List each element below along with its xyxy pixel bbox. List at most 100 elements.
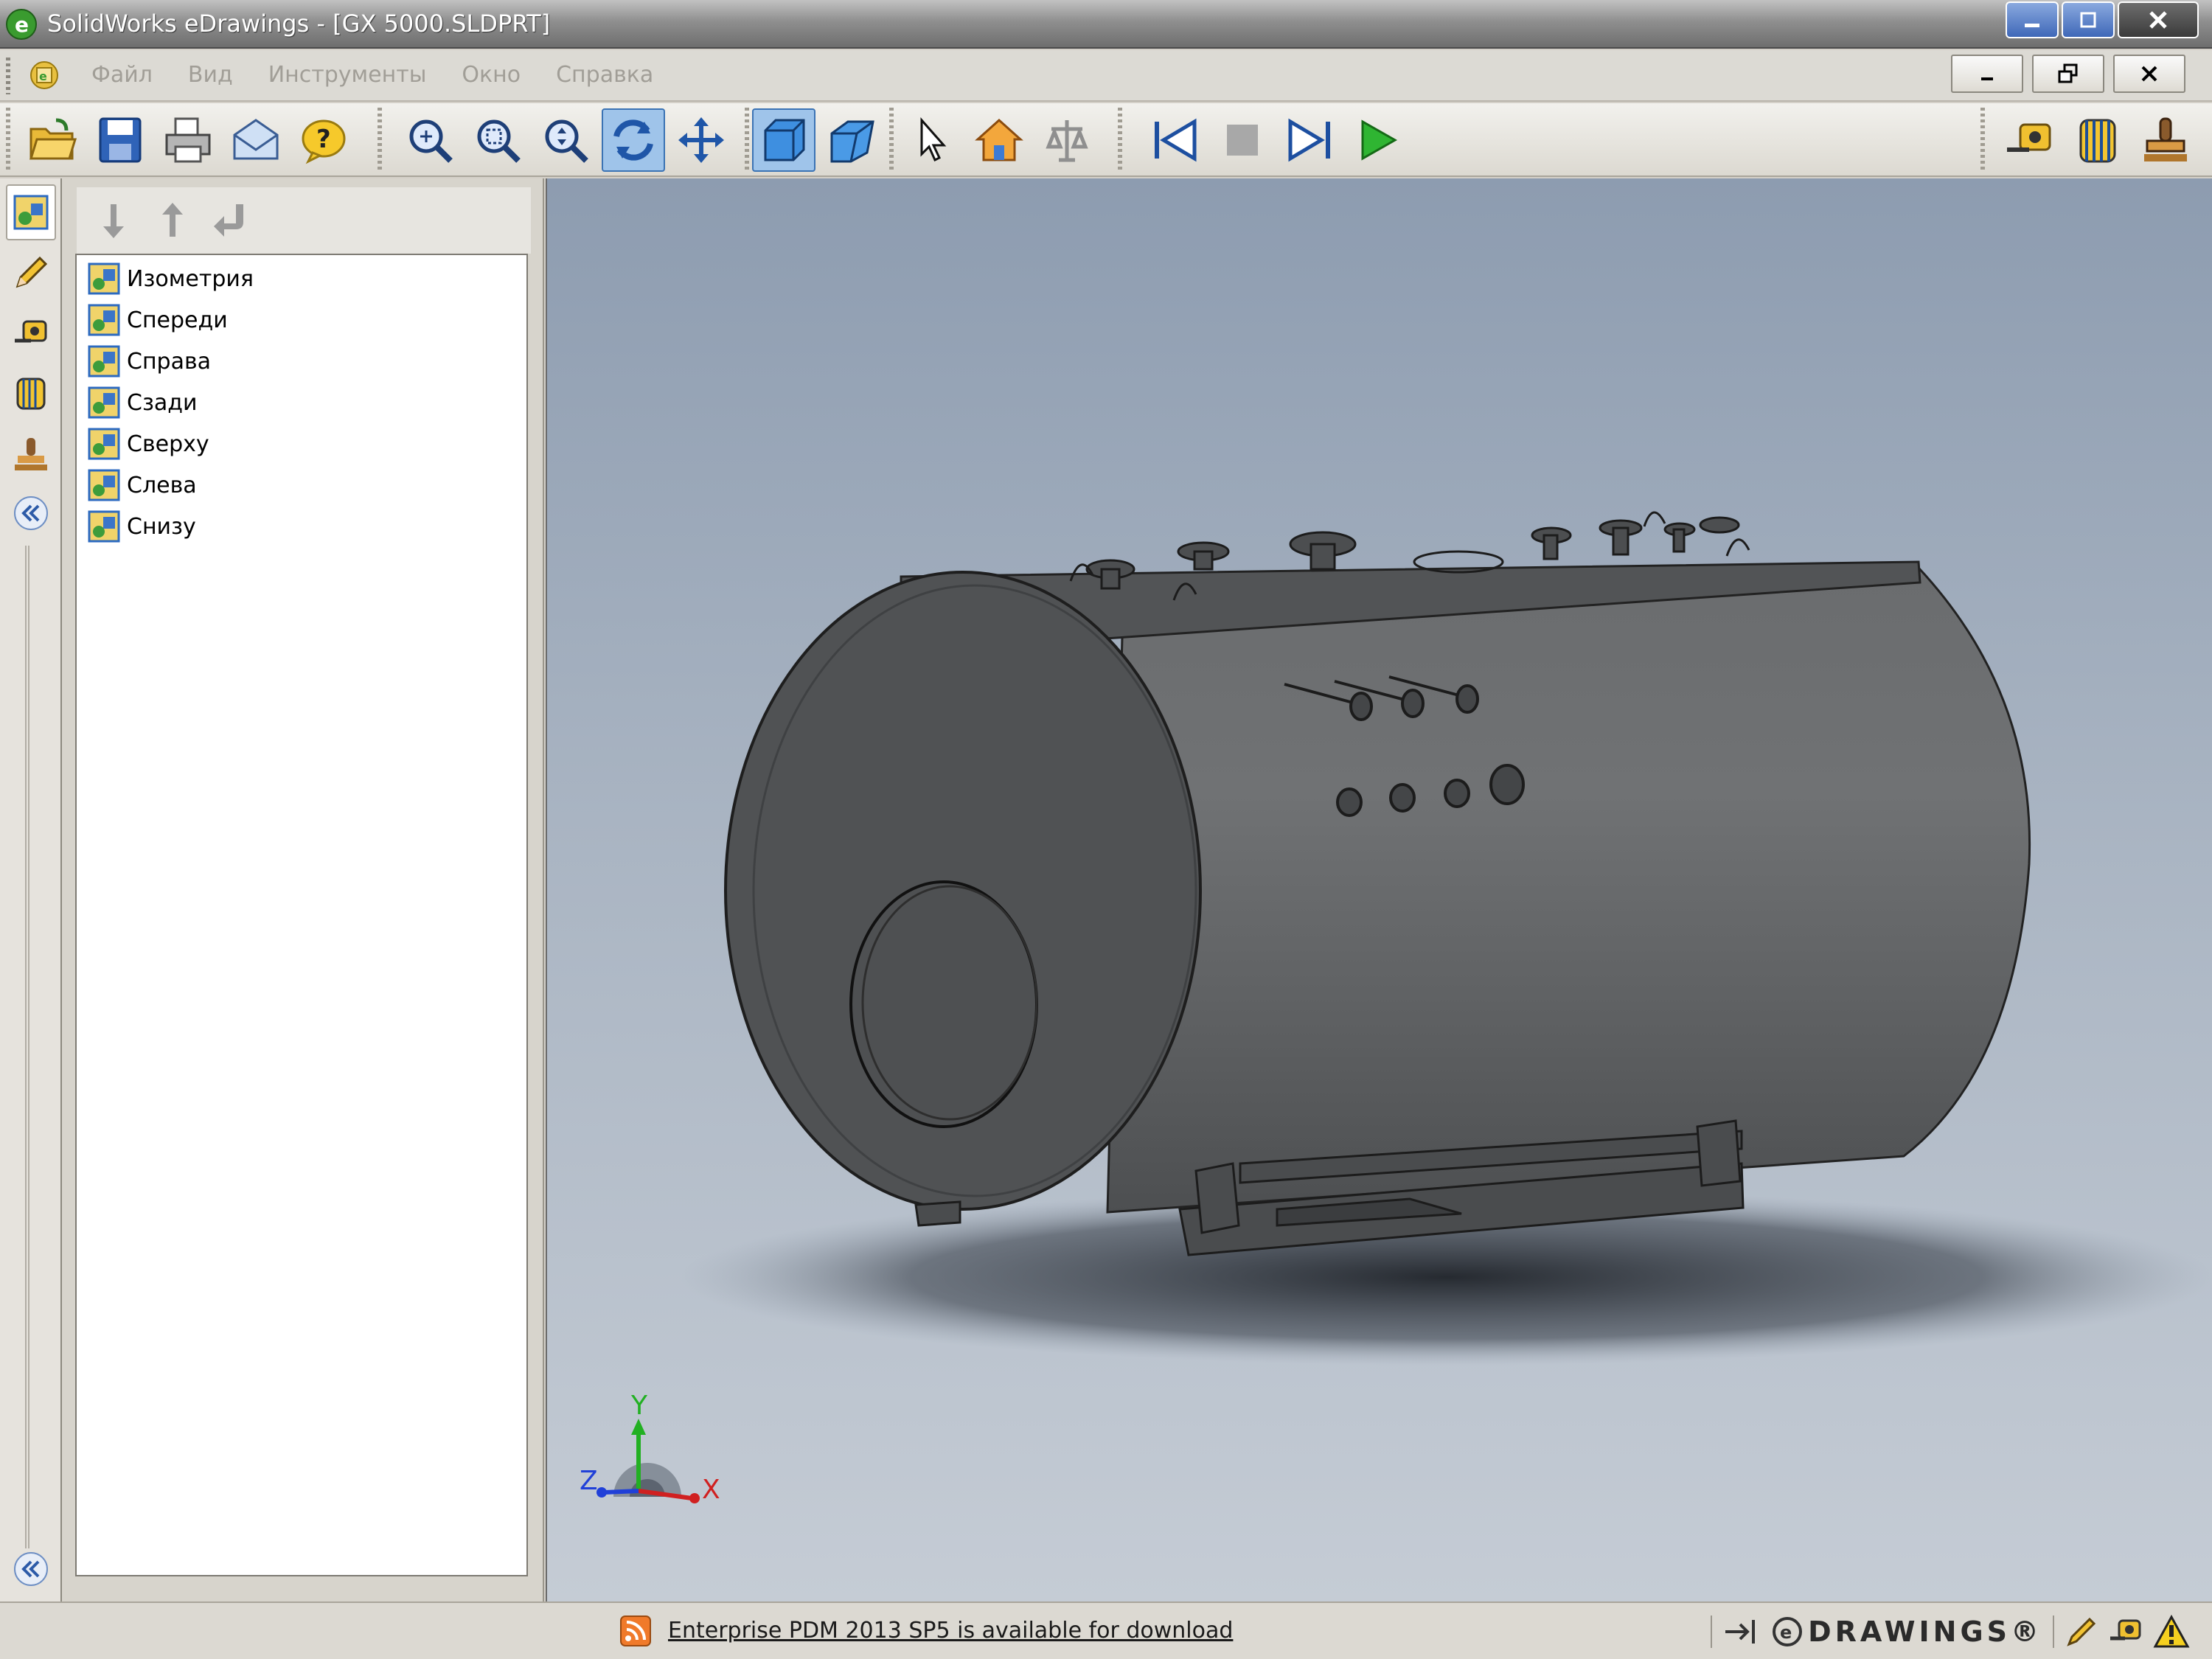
view-item-top[interactable]: Сверху [87,426,209,462]
doc-minimize-button[interactable] [1951,55,2023,93]
collapse-bottom-button[interactable] [9,1547,53,1591]
markup-toolbar [1998,108,2197,173]
rotate-button[interactable] [602,108,665,172]
menu-file[interactable]: Файл [74,62,170,88]
doc-restore-button[interactable] [2032,55,2104,93]
zoom-to-area-button[interactable] [466,108,529,172]
window-title: SolidWorks eDrawings - [GX 5000.SLDPRT] [47,10,551,38]
tab-markup[interactable] [6,245,56,301]
menu-window[interactable]: Окно [444,62,538,88]
view-icon [88,428,120,460]
measure-icon[interactable] [2109,1615,2143,1649]
title-bar: e SolidWorks eDrawings - [GX 5000.SLDPRT… [0,0,2212,49]
view-item-back[interactable]: Сзади [87,385,198,420]
view-item-label: Сзади [127,389,198,416]
section-icon [2079,119,2116,163]
strip-splitter[interactable] [25,546,29,1548]
view-icon [88,386,120,419]
minimize-button[interactable] [2006,1,2059,38]
help-icon: ? [302,119,346,164]
close-icon [2149,11,2167,29]
close-button[interactable] [2118,1,2199,38]
save-button[interactable] [88,108,152,172]
measure-icon [15,320,47,343]
update-notification-link[interactable]: Enterprise PDM 2013 SP5 is available for… [668,1618,1233,1644]
boiler-model[interactable]: Y X Z [547,178,2212,1601]
menu-tools[interactable]: Инструменты [251,62,445,88]
pan-icon [678,117,724,163]
perspective-icon [830,120,874,163]
pan-button[interactable] [669,108,733,172]
play-button[interactable] [1346,108,1410,172]
display-toolbar [752,108,883,173]
document-icon[interactable]: e [27,58,62,93]
return-icon[interactable] [209,198,254,243]
reset-button[interactable] [1035,108,1099,172]
move-down-icon[interactable] [91,198,136,243]
stamp-button[interactable] [2134,108,2197,172]
view-icon [88,262,120,295]
model-viewport[interactable]: Y X Z [546,178,2212,1601]
views-icon [13,195,49,230]
email-button[interactable] [224,108,288,172]
view-item-left[interactable]: Слева [87,467,197,503]
playback-toolbar [1143,108,1410,173]
menu-help[interactable]: Справка [538,62,671,88]
view-item-label: Спереди [127,307,228,333]
home-button[interactable] [967,108,1031,172]
save-icon [99,117,142,163]
view-item-label: Слева [127,472,197,498]
view-item-right[interactable]: Справа [87,344,211,379]
toolbar-separator [378,108,382,173]
select-button[interactable] [900,108,963,172]
tab-section[interactable] [6,366,56,422]
arrow-to-bar-icon[interactable] [1722,1615,1761,1648]
pencil-icon [15,256,48,288]
edrawings-app-icon[interactable]: e [4,7,38,41]
measure-button[interactable] [1998,108,2062,172]
doc-close-button[interactable] [2113,55,2185,93]
zoom-to-fit-button[interactable] [398,108,462,172]
triad-y-label: Y [630,1391,648,1421]
markup-pencil-icon[interactable] [2065,1615,2098,1649]
perspective-button[interactable] [820,108,883,172]
previous-button[interactable] [1143,108,1206,172]
next-button[interactable] [1279,108,1342,172]
warning-icon[interactable] [2153,1615,2190,1649]
menu-grip[interactable] [6,58,10,94]
help-button[interactable]: ? [292,108,355,172]
close-icon [2141,66,2157,82]
view-icon [88,304,120,336]
tab-stamp[interactable] [6,426,56,482]
reset-icon [1046,120,1088,162]
zoom-in-out-button[interactable] [534,108,597,172]
view-item-bottom[interactable]: Снизу [87,509,196,544]
view-icon [88,345,120,378]
rss-icon[interactable] [619,1615,652,1647]
tab-measure[interactable] [6,305,56,361]
email-icon [233,119,279,160]
tab-views[interactable] [6,184,56,240]
open-button[interactable] [21,108,84,172]
double-chevron-left-icon [14,1552,48,1586]
view-item-isometric[interactable]: Изометрия [87,261,254,296]
toolbar-separator [889,108,894,173]
stop-button[interactable] [1211,108,1274,172]
section-icon [16,378,46,410]
view-item-label: Снизу [127,513,196,540]
view-item-front[interactable]: Спереди [87,302,228,338]
print-button[interactable] [156,108,220,172]
view-icon [88,469,120,501]
menu-bar: e Файл Вид Инструменты Окно Справка [0,50,2212,102]
select-icon [920,117,947,162]
open-icon [29,118,77,160]
double-chevron-left-icon [14,496,48,530]
menu-view[interactable]: Вид [170,62,251,88]
maximize-button[interactable] [2062,1,2115,38]
collapse-top-button[interactable] [9,491,53,535]
section-button[interactable] [2066,108,2129,172]
select-toolbar [900,108,1099,173]
move-up-icon[interactable] [150,198,195,243]
toolbar-grip[interactable] [6,108,10,173]
shaded-button[interactable] [752,108,815,172]
